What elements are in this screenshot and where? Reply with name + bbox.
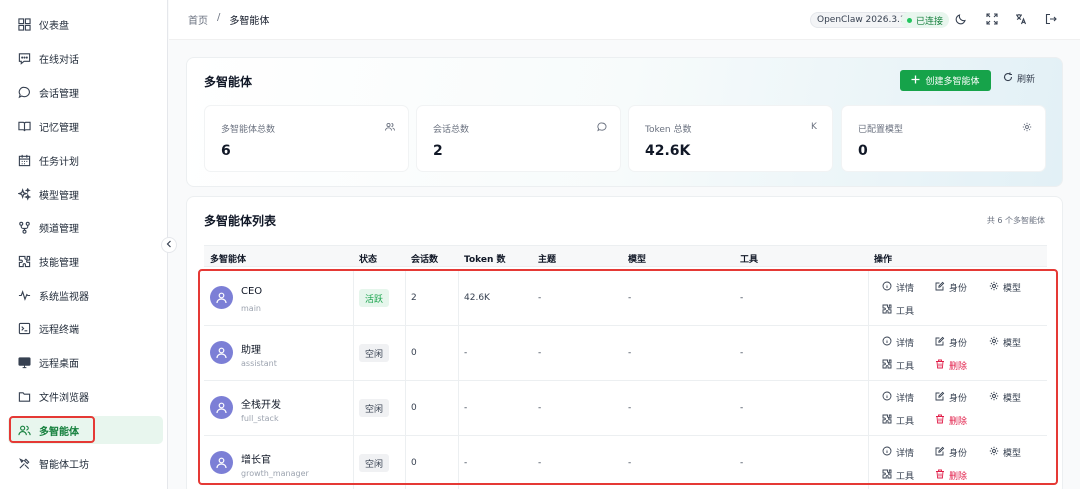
stat-label: Token 总数: [645, 125, 692, 135]
chat-bubble-icon: [596, 121, 608, 133]
gear-icon: [1021, 121, 1033, 133]
users-icon: [384, 121, 396, 133]
stat-label: 会话总数: [433, 125, 470, 135]
breadcrumb: 首页 / 多智能体: [188, 12, 269, 27]
sidebar-item-files[interactable]: 文件浏览器: [8, 382, 163, 410]
plus-icon: [911, 75, 920, 87]
translate-icon: [1015, 13, 1027, 28]
sidebar-item-label: 远程终端: [39, 324, 79, 336]
channel-icon: [17, 220, 31, 234]
overview-card: 多智能体 创建多智能体 刷新 多智能体总数 6 会话总数 2 Token 总数 …: [186, 57, 1063, 187]
skill-icon: [17, 254, 31, 268]
sidebar-item-models[interactable]: 模型管理: [8, 180, 163, 208]
agent-count: 共 6 个多智能体: [986, 216, 1045, 225]
desktop-icon: [17, 355, 31, 369]
sidebar-item-label: 技能管理: [39, 257, 79, 269]
stat-value: 42.6K: [645, 143, 691, 159]
column-header-theme: 主题: [538, 255, 557, 265]
dashboard-icon: [17, 17, 31, 31]
column-header-tools: 工具: [740, 255, 759, 265]
fullscreen-icon: [986, 12, 998, 28]
stat-card-agents: 多智能体总数 6: [204, 105, 409, 172]
page-title: 多智能体: [204, 75, 253, 89]
annotation-highlight-sidebar: [9, 416, 95, 443]
sidebar-item-dashboard[interactable]: 仪表盘: [8, 10, 163, 38]
language-button[interactable]: [1014, 13, 1028, 27]
sidebar-item-monitor[interactable]: 系统监视器: [8, 281, 163, 309]
folder-icon: [17, 389, 31, 403]
column-header-agent: 多智能体: [210, 255, 247, 265]
stat-label: 已配置模型: [858, 125, 904, 135]
stat-card-models: 已配置模型 0: [841, 105, 1046, 172]
logout-icon: [1045, 13, 1057, 28]
sidebar-item-desktop[interactable]: 远程桌面: [8, 348, 163, 376]
sidebar-item-label: 记忆管理: [39, 122, 79, 134]
sidebar-item-label: 仪表盘: [39, 20, 69, 32]
column-header-tokens: Token 数: [464, 255, 506, 265]
model-icon: [17, 187, 31, 201]
theme-toggle-button[interactable]: [954, 13, 968, 27]
column-header-actions: 操作: [874, 255, 893, 265]
status-dot-icon: [907, 17, 912, 23]
list-title: 多智能体列表: [204, 214, 277, 228]
sidebar-item-label: 远程桌面: [39, 358, 79, 370]
stat-card-tokens: Token 总数 42.6K K: [628, 105, 833, 172]
sidebar-item-sessions[interactable]: 会话管理: [8, 78, 163, 106]
breadcrumb-home[interactable]: 首页: [188, 12, 208, 27]
logout-button[interactable]: [1044, 13, 1058, 27]
sidebar-item-memory[interactable]: 记忆管理: [8, 112, 163, 140]
sidebar-item-workshop[interactable]: 智能体工坊: [8, 449, 163, 477]
sidebar-item-label: 任务计划: [39, 156, 79, 168]
refresh-button[interactable]: 刷新: [1003, 72, 1035, 85]
monitor-icon: [17, 288, 31, 302]
sidebar-item-label: 系统监视器: [39, 291, 89, 303]
stat-value: 2: [433, 143, 443, 159]
column-header-sessions: 会话数: [411, 255, 439, 265]
sidebar-item-label: 模型管理: [39, 190, 79, 202]
sidebar-item-label: 在线对话: [39, 54, 79, 66]
moon-icon: [955, 13, 967, 28]
chat-icon: [17, 51, 31, 65]
breadcrumb-current: 多智能体: [229, 16, 270, 27]
session-icon: [17, 85, 31, 99]
top-bar: 首页 / 多智能体 OpenClaw 2026.3.13 已连接: [169, 0, 1080, 40]
column-header-model: 模型: [628, 255, 647, 265]
chevron-left-icon: [165, 240, 173, 251]
create-agent-button[interactable]: 创建多智能体: [900, 70, 991, 91]
terminal-icon: [17, 321, 31, 335]
sidebar-item-label: 会话管理: [39, 88, 79, 100]
column-header-status: 状态: [359, 255, 378, 265]
calendar-icon: [17, 153, 31, 167]
sidebar-item-label: 频道管理: [39, 223, 79, 235]
sidebar-item-channels[interactable]: 频道管理: [8, 213, 163, 241]
workshop-icon: [17, 456, 31, 470]
stat-value: 6: [221, 143, 231, 159]
k-icon: K: [811, 122, 817, 132]
memory-icon: [17, 119, 31, 133]
create-agent-label: 创建多智能体: [925, 77, 980, 87]
connection-status-label: 已连接: [916, 16, 944, 27]
connection-status-badge: 已连接: [901, 12, 950, 28]
sidebar-item-chat[interactable]: 在线对话: [8, 44, 163, 72]
fullscreen-button[interactable]: [985, 12, 999, 28]
stat-value: 0: [858, 143, 868, 159]
sidebar-item-terminal[interactable]: 远程终端: [8, 314, 163, 342]
refresh-icon: [1003, 72, 1013, 85]
breadcrumb-separator: /: [217, 12, 221, 23]
stat-card-sessions: 会话总数 2: [416, 105, 621, 172]
sidebar-item-skills[interactable]: 技能管理: [8, 247, 163, 275]
sidebar-item-label: 智能体工坊: [39, 459, 89, 471]
stat-label: 多智能体总数: [221, 125, 276, 135]
sidebar-item-tasks[interactable]: 任务计划: [8, 146, 163, 174]
annotation-highlight-table: [198, 269, 1058, 485]
sidebar-collapse-button[interactable]: [161, 237, 177, 253]
table-header: 多智能体 状态 会话数 Token 数 主题 模型 工具 操作: [204, 245, 1047, 267]
sidebar-item-label: 文件浏览器: [39, 392, 89, 404]
refresh-label: 刷新: [1017, 75, 1036, 85]
